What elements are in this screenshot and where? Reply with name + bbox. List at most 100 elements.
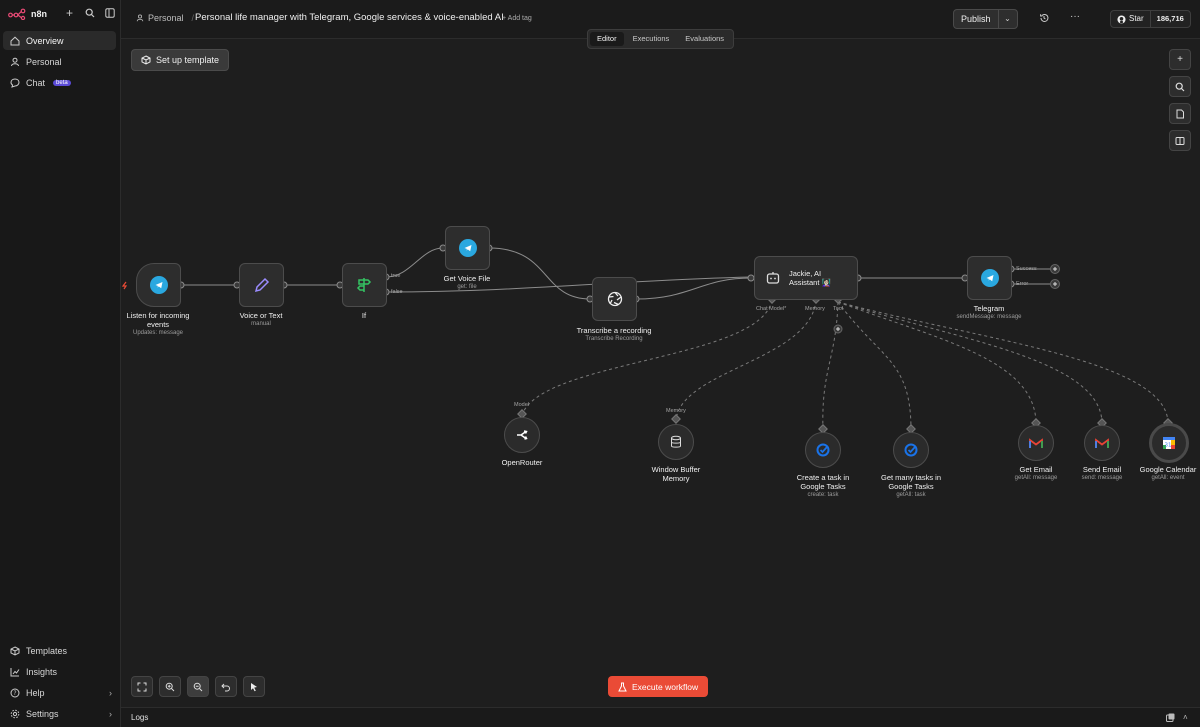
gmail-icon [1095, 437, 1109, 448]
workflow-canvas[interactable]: Set up template + Listen for incoming ev… [121, 40, 1200, 707]
home-icon [9, 35, 20, 46]
pop-out-icon[interactable] [1166, 713, 1175, 724]
pencil-icon [254, 277, 269, 293]
sidebar-item-overview[interactable]: Overview [3, 31, 116, 50]
app-name: n8n [31, 9, 48, 19]
node-listen-for-incoming-events[interactable] [136, 263, 181, 307]
telegram-icon [149, 276, 168, 294]
sidebar-item-label: Chat [26, 77, 46, 88]
insights-icon [9, 666, 20, 677]
logs-panel-bar[interactable]: Logs ˄ [121, 707, 1200, 727]
google-calendar-icon: 31 [1163, 437, 1175, 449]
breadcrumb-project[interactable]: Personal [148, 13, 184, 23]
add-icon[interactable]: + [63, 6, 76, 19]
node-subtitle: getAll: task [896, 492, 926, 498]
cursor-icon[interactable] [243, 676, 265, 697]
sidebar-item-personal[interactable]: Personal [3, 52, 116, 71]
node-openrouter[interactable] [504, 417, 540, 453]
node-subtitle: create: task [807, 492, 839, 498]
node-telegram-send[interactable] [967, 256, 1012, 300]
node-title: Get Voice File [443, 274, 491, 283]
node-transcribe-recording[interactable] [592, 277, 637, 321]
sidebar-item-chat[interactable]: Chat beta [3, 73, 116, 92]
sidebar-item-templates[interactable]: Templates [3, 641, 116, 660]
node-title: Google Calendar [1139, 465, 1197, 474]
node-title: Listen for incoming events [120, 311, 196, 329]
node-title-text: Listen for incoming events [126, 311, 190, 329]
flask-icon [618, 682, 627, 691]
tab-editor[interactable]: Editor [590, 32, 624, 46]
more-options-icon[interactable]: ··· [1070, 11, 1080, 22]
n8n-logo[interactable]: n8n [8, 6, 47, 22]
sidebar-item-label: Templates [26, 645, 68, 656]
node-subtitle: get: file [457, 284, 477, 290]
sidebar-bottom-nav: Templates Insights ? Help › Settings › [3, 641, 116, 725]
publish-button[interactable]: Publish [954, 10, 999, 28]
output-label-error: Error [1016, 281, 1029, 287]
node-ai-agent[interactable]: Jackie, AI Assistant 👩🏻‍🏫 [754, 256, 858, 300]
fit-view-icon[interactable] [131, 676, 153, 697]
user-icon [9, 56, 20, 67]
node-send-email[interactable] [1084, 425, 1120, 461]
svg-text:?: ? [13, 690, 16, 697]
execute-workflow-button[interactable]: Execute workflow [608, 676, 709, 697]
gmail-icon [1029, 437, 1043, 448]
sidebar-item-insights[interactable]: Insights [3, 662, 116, 681]
node-voice-or-text[interactable] [239, 263, 284, 307]
github-star-button[interactable]: Star 186,716 [1110, 10, 1191, 28]
history-icon[interactable] [1039, 13, 1049, 26]
sidebar-item-label: Overview [26, 35, 64, 46]
sidebar: n8n + Overview Personal Chat beta Templa… [0, 0, 121, 727]
node-get-voice-file[interactable] [445, 226, 490, 270]
node-create-google-task[interactable] [805, 432, 841, 468]
sidebar-item-label: Insights [26, 666, 58, 677]
node-title-text: Window Buffer Memory [651, 465, 701, 483]
node-window-buffer-memory[interactable] [658, 424, 694, 460]
sidebar-item-settings[interactable]: Settings › [3, 704, 116, 723]
breadcrumb[interactable]: Personal / [136, 13, 194, 23]
signpost-icon [356, 278, 371, 292]
github-icon [1117, 14, 1126, 24]
node-if[interactable] [342, 263, 387, 307]
zoom-in-icon[interactable] [159, 676, 181, 697]
robot-icon [766, 272, 780, 284]
logs-label: Logs [131, 713, 149, 722]
node-subtitle: sendMessage: message [956, 314, 1022, 320]
search-icon[interactable] [83, 6, 96, 19]
chevron-up-icon[interactable]: ˄ [1183, 713, 1188, 722]
add-tag-button[interactable]: + Add tag [502, 15, 532, 22]
tab-executions[interactable]: Executions [626, 32, 677, 46]
zoom-out-icon[interactable] [187, 676, 209, 697]
node-title: Get Email [1019, 465, 1053, 474]
canvas-bottom-toolbar [131, 676, 265, 697]
node-title-text: Create a task in Google Tasks [796, 473, 850, 491]
sidebar-item-label: Help [26, 687, 45, 698]
node-google-calendar[interactable]: 31 [1149, 423, 1189, 463]
publish-button-group: Publish ⌄ [953, 9, 1018, 29]
sidebar-nav: Overview Personal Chat beta [3, 31, 116, 94]
breadcrumb-separator: / [191, 13, 195, 23]
node-title: If [361, 311, 367, 320]
output-label-success: Success [1016, 266, 1037, 272]
node-get-google-tasks[interactable] [893, 432, 929, 468]
node-title-text: Get many tasks in Google Tasks [880, 473, 942, 491]
google-tasks-icon [904, 443, 918, 457]
beta-badge: beta [53, 79, 71, 86]
github-star-label: Star [1129, 14, 1144, 23]
chat-icon [9, 77, 20, 88]
undo-icon[interactable] [215, 676, 237, 697]
node-subtitle: send: message [1081, 475, 1123, 481]
node-subtitle: getAll: message [1014, 475, 1058, 481]
node-subtitle: getAll: event [1151, 475, 1185, 481]
workflow-title[interactable]: Personal life manager with Telegram, Goo… [195, 12, 504, 23]
sidebar-item-help[interactable]: ? Help › [3, 683, 116, 702]
collapse-sidebar-icon[interactable] [103, 6, 116, 19]
port-label-memory: Memory [805, 306, 825, 312]
tab-evaluations[interactable]: Evaluations [678, 32, 731, 46]
node-title: Telegram [973, 304, 1005, 313]
node-get-email[interactable] [1018, 425, 1054, 461]
agent-title: Jackie, AI Assistant 👩🏻‍🏫 [789, 269, 831, 287]
output-label-true: true [391, 273, 401, 279]
node-title: Send Email [1082, 465, 1122, 474]
chevron-down-icon[interactable]: ⌄ [999, 10, 1017, 28]
